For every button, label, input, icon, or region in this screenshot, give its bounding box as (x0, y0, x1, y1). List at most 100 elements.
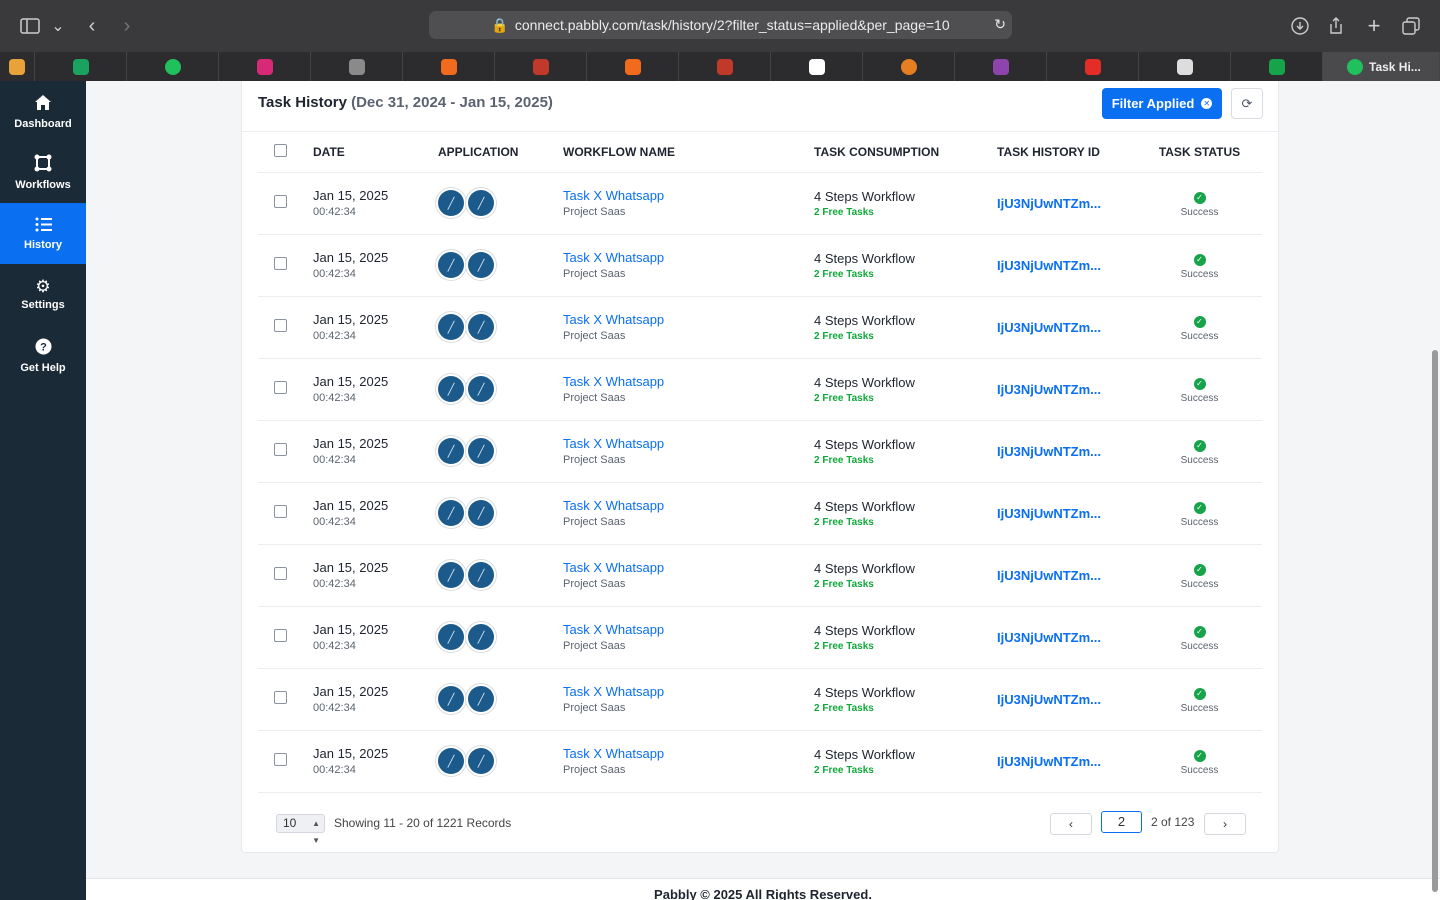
tab-favicon[interactable] (771, 52, 863, 81)
row-checkbox[interactable] (274, 753, 287, 766)
workflow-link[interactable]: Task X Whatsapp (563, 746, 814, 761)
new-tab-icon[interactable]: + (1360, 12, 1388, 40)
tab-favicon[interactable] (679, 52, 771, 81)
tab-favicon[interactable] (955, 52, 1047, 81)
table-row[interactable]: Jan 15, 2025 00:42:34 ╱ ╱ Task X Whatsap… (258, 482, 1262, 545)
tab-favicon[interactable] (219, 52, 311, 81)
row-checkbox[interactable] (274, 443, 287, 456)
task-time: 00:42:34 (313, 702, 356, 714)
consumption-steps: 4 Steps Workflow (814, 312, 915, 328)
per-page-select[interactable]: 10 ▲ ▼ (276, 814, 325, 845)
table-row[interactable]: Jan 15, 2025 00:42:34 ╱ ╱ Task X Whatsap… (258, 544, 1262, 607)
table-row[interactable]: Jan 15, 2025 00:42:34 ╱ ╱ Task X Whatsap… (258, 730, 1262, 793)
tab-favicon[interactable] (403, 52, 495, 81)
row-checkbox[interactable] (274, 381, 287, 394)
tab-favicon[interactable] (311, 52, 403, 81)
col-application: APPLICATION (438, 132, 563, 173)
row-select-cell (258, 668, 313, 731)
sidebar-item-history[interactable]: History (0, 203, 86, 264)
sidebar-item-label: Get Help (20, 361, 66, 374)
workflow-link[interactable]: Task X Whatsapp (563, 498, 814, 513)
table-row[interactable]: Jan 15, 2025 00:42:34 ╱ ╱ Task X Whatsap… (258, 606, 1262, 669)
filter-applied-button[interactable]: Filter Applied ✕ (1102, 88, 1222, 119)
task-history-id-link[interactable]: IjU3NjUwNTZm... (997, 630, 1137, 645)
refresh-button[interactable]: ⟳ (1231, 88, 1263, 119)
table-row[interactable]: Jan 15, 2025 00:42:34 ╱ ╱ Task X Whatsap… (258, 296, 1262, 359)
row-checkbox[interactable] (274, 691, 287, 704)
sidebar-item-settings[interactable]: ⚙ Settings (0, 264, 86, 325)
task-history-id-link[interactable]: IjU3NjUwNTZm... (997, 258, 1137, 273)
task-history-id-link[interactable]: IjU3NjUwNTZm... (997, 506, 1137, 521)
reload-icon[interactable]: ↻ (994, 16, 1006, 33)
table-row[interactable]: Jan 15, 2025 00:42:34 ╱ ╱ Task X Whatsap… (258, 668, 1262, 731)
task-history-id-link[interactable]: IjU3NjUwNTZm... (997, 196, 1137, 211)
task-history-id-link[interactable]: IjU3NjUwNTZm... (997, 444, 1137, 459)
workflow-link[interactable]: Task X Whatsapp (563, 436, 814, 451)
workflow-link[interactable]: Task X Whatsapp (563, 684, 814, 699)
tab-favicon[interactable] (0, 52, 35, 81)
tab-favicon[interactable] (1231, 52, 1323, 81)
workflow-link[interactable]: Task X Whatsapp (563, 560, 814, 575)
sidebar-item-dashboard[interactable]: Dashboard (0, 81, 86, 142)
task-history-id-link[interactable]: IjU3NjUwNTZm... (997, 382, 1137, 397)
status-text: Success (1180, 454, 1219, 466)
prev-page-button[interactable]: ‹ (1050, 813, 1092, 835)
tab-favicon[interactable] (35, 52, 127, 81)
check-circle-icon: ✓ (1193, 315, 1206, 328)
chevron-down-icon[interactable]: ⌄ (48, 12, 68, 40)
check-circle-icon: ✓ (1193, 191, 1206, 204)
scrollbar[interactable] (1432, 350, 1438, 892)
workflow-link[interactable]: Task X Whatsapp (563, 622, 814, 637)
forward-icon[interactable]: › (113, 12, 141, 40)
workflow-link[interactable]: Task X Whatsapp (563, 250, 814, 265)
mysql-app-icon: ╱ (438, 376, 464, 402)
url-bar[interactable]: 🔒 connect.pabbly.com/task/history/2?filt… (429, 11, 1012, 39)
browser-toolbar: ⌄ ‹ › 🔒 connect.pabbly.com/task/history/… (0, 0, 1440, 52)
row-select-cell (258, 172, 313, 235)
download-icon[interactable] (1286, 12, 1314, 40)
tab-active[interactable]: Task Hi... (1323, 52, 1440, 81)
tabs-overview-icon[interactable] (1397, 12, 1425, 40)
row-checkbox[interactable] (274, 195, 287, 208)
share-icon[interactable] (1322, 12, 1350, 40)
tab-favicon[interactable] (1139, 52, 1231, 81)
task-history-id-link[interactable]: IjU3NjUwNTZm... (997, 754, 1137, 769)
title-text: Task History (258, 94, 347, 111)
row-checkbox[interactable] (274, 567, 287, 580)
workflow-link[interactable]: Task X Whatsapp (563, 188, 814, 203)
consumption-steps: 4 Steps Workflow (814, 436, 915, 452)
page-number-input[interactable]: 2 (1101, 811, 1142, 833)
project-name: Project Saas (563, 578, 626, 590)
select-all-checkbox[interactable] (274, 143, 287, 157)
mysql-app-icon: ╱ (468, 376, 494, 402)
sidebar-item-get-help[interactable]: ? Get Help (0, 325, 86, 386)
task-history-id-link[interactable]: IjU3NjUwNTZm... (997, 320, 1137, 335)
history-id-cell: IjU3NjUwNTZm... (997, 296, 1137, 359)
row-checkbox[interactable] (274, 629, 287, 642)
tab-favicon[interactable] (127, 52, 219, 81)
row-checkbox[interactable] (274, 257, 287, 270)
table-row[interactable]: Jan 15, 2025 00:42:34 ╱ ╱ Task X Whatsap… (258, 358, 1262, 421)
application-cell: ╱ ╱ (438, 730, 563, 793)
row-checkbox[interactable] (274, 319, 287, 332)
tab-favicon[interactable] (1047, 52, 1139, 81)
task-history-id-link[interactable]: IjU3NjUwNTZm... (997, 692, 1137, 707)
clear-filter-icon[interactable]: ✕ (1201, 98, 1213, 109)
table-row[interactable]: Jan 15, 2025 00:42:34 ╱ ╱ Task X Whatsap… (258, 234, 1262, 297)
mysql-app-icon: ╱ (468, 748, 494, 774)
history-id-cell: IjU3NjUwNTZm... (997, 358, 1137, 421)
table-row[interactable]: Jan 15, 2025 00:42:34 ╱ ╱ Task X Whatsap… (258, 172, 1262, 235)
tab-favicon[interactable] (495, 52, 587, 81)
tab-favicon[interactable] (863, 52, 955, 81)
row-checkbox[interactable] (274, 505, 287, 518)
task-history-id-link[interactable]: IjU3NjUwNTZm... (997, 568, 1137, 583)
workflow-link[interactable]: Task X Whatsapp (563, 374, 814, 389)
sidebar-toggle-icon[interactable] (16, 12, 44, 40)
sidebar-item-workflows[interactable]: Workflows (0, 142, 86, 203)
table-row[interactable]: Jan 15, 2025 00:42:34 ╱ ╱ Task X Whatsap… (258, 420, 1262, 483)
tab-favicon[interactable] (587, 52, 679, 81)
back-icon[interactable]: ‹ (78, 12, 106, 40)
workflow-cell: Task X Whatsapp Project Saas (563, 234, 814, 297)
next-page-button[interactable]: › (1204, 813, 1246, 835)
workflow-link[interactable]: Task X Whatsapp (563, 312, 814, 327)
